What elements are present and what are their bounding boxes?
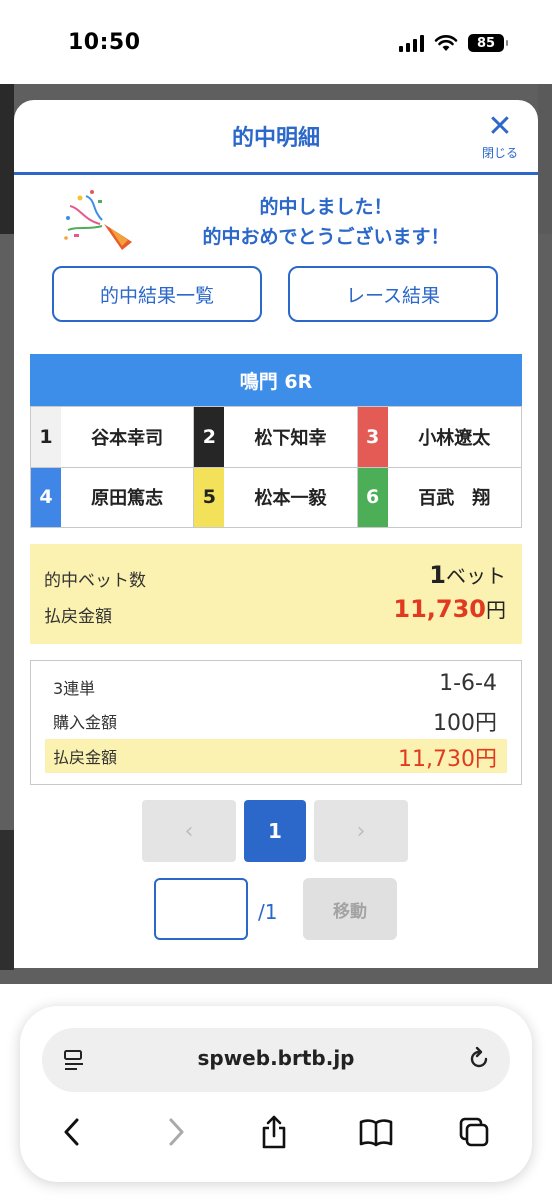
lane-number: 4 — [31, 467, 61, 527]
hit-bets-value: 1ベット — [429, 560, 506, 589]
purchase-label: 購入金額 — [53, 713, 118, 732]
racer-cell: 1 谷本幸司 — [31, 406, 195, 467]
close-label: 閉じる — [481, 146, 518, 160]
move-button[interactable]: 移動 — [303, 878, 397, 940]
backdrop-edge — [538, 84, 552, 234]
race-title-bar: 鳴門 6R — [30, 354, 522, 406]
racer-cell: 6 百武 翔 — [357, 466, 521, 527]
status-time: 10:50 — [68, 30, 141, 55]
racer-name: 谷本幸司 — [91, 427, 164, 449]
cellular-signal-icon — [399, 34, 424, 52]
close-icon: ✕ — [487, 109, 513, 144]
congrats-banner: 的中しました！ 的中おめでとうございます！ — [14, 190, 538, 250]
racer-name: 百武 翔 — [418, 488, 491, 510]
close-button[interactable]: ✕ 閉じる — [476, 112, 524, 162]
modal-title: 的中明細 — [231, 126, 320, 151]
racer-cell: 4 原田篤志 — [31, 466, 195, 527]
congrats-text: 的中しました！ 的中おめでとうございます！ — [134, 192, 518, 252]
wifi-icon — [434, 35, 458, 51]
racer-name: 松下知幸 — [254, 427, 327, 449]
racer-cell: 5 松本一毅 — [194, 466, 358, 527]
reload-icon[interactable] — [466, 1046, 492, 1072]
detail-payout-label: 払戻金額 — [53, 748, 118, 767]
payout-unit: 円 — [486, 598, 506, 622]
status-icons: 85 — [399, 34, 508, 52]
racer-cell: 2 松下知幸 — [194, 406, 358, 467]
forward-button[interactable] — [154, 1110, 198, 1154]
lane-number: 2 — [194, 407, 225, 467]
browser-toolbar: spweb.brtb.jp — [0, 984, 552, 1200]
detail-payout-value: 11,730円 — [398, 747, 497, 772]
lane-number: 5 — [194, 467, 225, 527]
hit-results-list-button[interactable]: 的中結果一覧 — [52, 266, 262, 322]
lane-number: 6 — [357, 467, 388, 527]
chevron-left-icon — [64, 1118, 79, 1146]
prev-page-button[interactable]: ‹ — [142, 800, 236, 862]
next-page-button[interactable]: › — [314, 800, 408, 862]
party-popper-icon — [64, 190, 132, 250]
chevron-right-icon — [169, 1118, 184, 1146]
book-icon — [359, 1119, 393, 1147]
lane-number: 1 — [31, 407, 61, 467]
racer-name: 松本一毅 — [254, 488, 327, 510]
modal-header: 的中明細 ✕ 閉じる — [14, 100, 538, 175]
lane-number: 3 — [357, 407, 388, 467]
back-button[interactable] — [50, 1110, 94, 1154]
total-pages: /1 — [258, 900, 278, 924]
payout-amount: 11,730 — [393, 595, 486, 623]
hit-bets-count: 1 — [429, 561, 446, 589]
payout-label: 払戻金額 — [44, 607, 112, 627]
racer-table: 1 谷本幸司 2 松下知幸 3 小林遼太 4 原田篤志 5 松本一毅 6 百武 … — [30, 406, 522, 528]
hit-bets-unit: ベット — [446, 564, 506, 588]
backdrop-edge — [0, 84, 14, 234]
hit-summary: 的中ベット数 1ベット 払戻金額 11,730円 — [30, 544, 522, 644]
url-text: spweb.brtb.jp — [197, 1046, 355, 1070]
hit-detail-modal: 的中明細 ✕ 閉じる 的中しました！ 的中おめでとうございます！ 的中結果一覧 … — [14, 100, 538, 968]
backdrop-edge — [0, 830, 14, 970]
page-1-button[interactable]: 1 — [244, 800, 306, 862]
bet-type-row: 3連単 1-6-4 — [45, 671, 507, 703]
battery-icon: 85 — [468, 34, 508, 52]
bookmarks-button[interactable] — [354, 1110, 398, 1154]
bet-type: 3連単 — [53, 679, 96, 698]
hit-bets-label: 的中ベット数 — [44, 571, 146, 591]
status-bar: 10:50 85 — [0, 0, 552, 84]
payout-value: 11,730円 — [393, 594, 506, 623]
browser-bar: spweb.brtb.jp — [20, 1006, 532, 1182]
racer-name: 小林遼太 — [418, 427, 491, 449]
congrats-line-2: 的中おめでとうございます！ — [202, 226, 450, 248]
tabs-icon — [459, 1117, 489, 1147]
pagination: ‹ 1 › — [142, 800, 408, 862]
tabs-button[interactable] — [452, 1110, 496, 1154]
bet-combination: 1-6-4 — [439, 671, 497, 696]
bet-detail: 3連単 1-6-4 購入金額 100円 払戻金額 11,730円 — [30, 660, 522, 785]
racer-cell: 3 小林遼太 — [357, 406, 521, 467]
detail-payout-row: 払戻金額 11,730円 — [45, 739, 507, 773]
purchase-value: 100円 — [433, 711, 497, 736]
congrats-line-1: 的中しました！ — [259, 196, 393, 218]
share-button[interactable] — [252, 1110, 296, 1154]
browser-nav — [20, 1110, 532, 1160]
race-results-button[interactable]: レース結果 — [288, 266, 498, 322]
page-number-input[interactable] — [154, 878, 248, 940]
racer-name: 原田篤志 — [91, 488, 164, 510]
share-icon — [262, 1115, 286, 1149]
purchase-row: 購入金額 100円 — [45, 705, 507, 737]
address-bar[interactable]: spweb.brtb.jp — [42, 1028, 510, 1092]
